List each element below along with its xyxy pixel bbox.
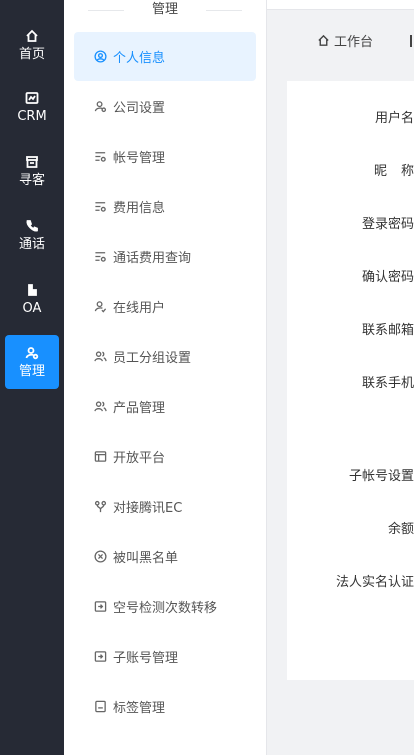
submenu-item-company-settings[interactable]: 公司设置: [74, 82, 256, 131]
list-settings-icon: [95, 202, 106, 212]
rail-item-home[interactable]: 首页: [5, 18, 59, 72]
rail-item-oa[interactable]: OA: [5, 272, 59, 326]
submenu-item-online-users[interactable]: 在线用户: [74, 282, 256, 331]
profile-form-card: 用户名 昵称 登录密码 确认密码 联系邮箱 联系手机 子帐号设置 余额 法人实名…: [287, 81, 414, 680]
submenu-item-product-management[interactable]: 产品管理: [74, 382, 256, 431]
submenu-item-label: 子账号管理: [113, 651, 179, 666]
oa-icon: [28, 283, 37, 296]
crm-icon: [25, 91, 39, 104]
rail-item-label: 管理: [18, 363, 45, 379]
submenu-item-call-blacklist[interactable]: 被叫黑名单: [74, 532, 256, 581]
user-settings-icon: [94, 101, 107, 113]
submenu-item-label: 在线用户: [113, 301, 166, 316]
submenu-item-label: 产品管理: [113, 401, 166, 416]
submenu-item-sub-account-management[interactable]: 子账号管理: [74, 632, 256, 681]
submenu-item-tag-management[interactable]: 标签管理: [74, 682, 256, 731]
connect-icon: [94, 500, 107, 513]
submenu-item-account-management[interactable]: 帐号管理: [74, 132, 256, 181]
rail-item-label: 寻客: [18, 172, 45, 188]
submenu-title: 管理: [64, 0, 266, 20]
user-circle-icon: [94, 50, 107, 63]
rail-item-admin[interactable]: 管理: [5, 335, 59, 389]
submenu-item-label: 通话费用查询: [113, 251, 192, 266]
contact-phone-label: 联系手机: [361, 376, 414, 391]
list-settings-icon: [95, 252, 106, 262]
panel-divider: [266, 0, 267, 755]
submenu-item-label: 公司设置: [113, 101, 166, 116]
rail-item-label: 首页: [18, 46, 45, 62]
list-settings-icon: [95, 152, 106, 162]
submenu-item-label: 开放平台: [113, 451, 166, 466]
rail-item-leads[interactable]: 寻客: [5, 144, 59, 198]
inbox-icon: [26, 155, 38, 168]
sub-account-settings-label: 子帐号设置: [348, 469, 414, 484]
rail-item-calls[interactable]: 通话: [5, 208, 59, 262]
rail-item-crm[interactable]: CRM: [5, 80, 59, 134]
confirm-password-label: 确认密码: [361, 270, 414, 285]
top-header-strip: [267, 0, 414, 10]
submenu-item-tencent-ec[interactable]: 对接腾讯EC: [74, 482, 256, 531]
submenu-item-label: 费用信息: [113, 201, 166, 216]
submenu-item-staff-groups[interactable]: 员工分组设置: [74, 332, 256, 381]
tab-workbench[interactable]: 工作台: [317, 31, 373, 50]
submenu-item-label: 标签管理: [113, 701, 166, 716]
close-circle-icon: [94, 550, 107, 563]
submenu-item-label: 帐号管理: [113, 151, 166, 166]
submenu-item-label: 员工分组设置: [113, 351, 192, 366]
submenu-item-open-platform[interactable]: 开放平台: [74, 432, 256, 481]
window-icon: [94, 451, 107, 462]
main-nav-rail: 首页 CRM 寻客 通话 OA 管理: [0, 0, 64, 755]
submenu-item-label: 对接腾讯EC: [113, 501, 183, 516]
users-icon: [94, 401, 107, 412]
tag-icon: [95, 700, 106, 713]
admin-submenu: 管理 个人信息 公司设置 帐号管理 费用信息 通话费用查询 在线用户 员工分组设…: [64, 0, 266, 755]
home-icon: [318, 34, 329, 46]
balance-label: 余额: [387, 522, 414, 537]
rail-item-label: OA: [22, 300, 42, 316]
legal-verification-label: 法人实名认证: [335, 575, 414, 590]
users-icon: [94, 351, 107, 362]
user-gear-icon: [25, 346, 39, 359]
tab-bar: 工作台: [267, 11, 414, 61]
nickname-label: 昵称: [294, 164, 414, 180]
rail-item-label: 通话: [18, 236, 45, 252]
transfer-icon: [94, 651, 107, 662]
user-check-icon: [94, 301, 107, 313]
next-tab-edge: [410, 35, 412, 47]
submenu-item-empty-number-transfer[interactable]: 空号检测次数转移: [74, 582, 256, 631]
submenu-item-billing-info[interactable]: 费用信息: [74, 182, 256, 231]
submenu-item-label: 个人信息: [113, 51, 166, 66]
tab-label: 工作台: [334, 35, 374, 50]
submenu-item-call-cost-query[interactable]: 通话费用查询: [74, 232, 256, 281]
submenu-item-profile[interactable]: 个人信息: [74, 32, 256, 81]
rail-item-label: CRM: [17, 108, 47, 124]
submenu-item-label: 空号检测次数转移: [113, 601, 218, 616]
username-label: 用户名: [374, 111, 414, 126]
login-password-label: 登录密码: [361, 217, 414, 232]
submenu-item-label: 被叫黑名单: [113, 551, 179, 566]
phone-icon: [26, 219, 38, 231]
nickname-label-text: 昵称: [373, 164, 414, 179]
home-icon: [26, 29, 38, 42]
transfer-icon: [94, 601, 107, 612]
contact-email-label: 联系邮箱: [361, 323, 414, 338]
